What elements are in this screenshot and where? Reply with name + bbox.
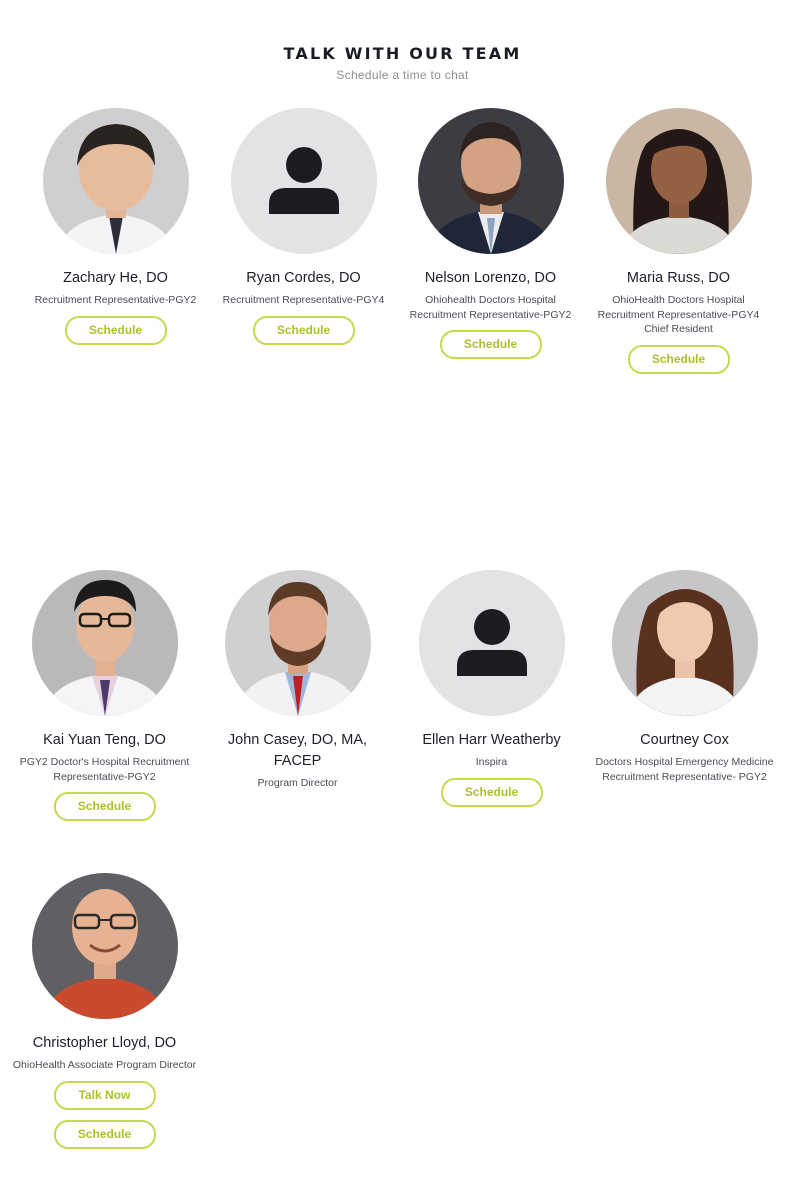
person-placeholder-icon <box>418 570 565 716</box>
team-member-photo <box>605 108 752 254</box>
schedule-button[interactable]: Schedule <box>53 792 156 821</box>
team-member-photo <box>611 570 758 716</box>
team-member-role: Program Director <box>257 777 338 789</box>
team-member-card: Zachary He, DO Recruitment Representativ… <box>23 108 208 345</box>
team-member-role: Recruitment Representative-PGY2 <box>34 294 197 306</box>
team-member-name: Ellen Harr Weatherby <box>422 732 561 748</box>
team-member-photo <box>417 108 564 254</box>
section-title: TALK WITH OUR TEAM <box>283 44 522 63</box>
team-member-name: Kai Yuan Teng, DO <box>43 732 166 748</box>
team-member-card: Christopher Lloyd, DO OhioHealth Associa… <box>12 873 197 1149</box>
person-placeholder-icon <box>230 108 377 254</box>
team-member-role: Recruitment Representative-PGY4 <box>222 294 385 306</box>
team-member-name: Nelson Lorenzo, DO <box>424 270 557 286</box>
team-member-role: OhioHealth Associate Program Director <box>12 1059 197 1071</box>
team-member-photo <box>224 570 371 716</box>
team-member-role: OhioHealth Doctors Hospital Recruitment … <box>597 294 760 335</box>
talk-now-button[interactable]: Talk Now <box>53 1080 156 1110</box>
team-member-card: John Casey, DO, MA, FACEP Program Direct… <box>205 570 390 791</box>
team-member-name: Maria Russ, DO <box>626 270 731 286</box>
schedule-button[interactable]: Schedule <box>439 330 542 359</box>
team-member-role: Doctors Hospital Emergency Medicine Recr… <box>595 756 774 783</box>
team-member-name: Courtney Cox <box>640 732 729 748</box>
team-member-photo <box>31 570 178 716</box>
schedule-button[interactable]: Schedule <box>252 315 355 345</box>
team-member-card: Kai Yuan Teng, DO PGY2 Doctor's Hospital… <box>12 570 197 821</box>
team-member-card: Nelson Lorenzo, DO Ohiohealth Doctors Ho… <box>398 108 583 359</box>
team-member-card: Maria Russ, DO OhioHealth Doctors Hospit… <box>586 108 771 374</box>
team-member-photo <box>31 873 178 1019</box>
team-member-card: Ellen Harr Weatherby Inspira Schedule <box>399 570 584 807</box>
team-member-role: Inspira <box>475 756 508 768</box>
schedule-button[interactable]: Schedule <box>627 344 730 374</box>
team-member-role: Ohiohealth Doctors Hospital Recruitment … <box>409 294 572 321</box>
section-header: TALK WITH OUR TEAM Schedule a time to ch… <box>0 44 805 82</box>
team-member-name: John Casey, DO, MA, FACEP <box>227 732 368 769</box>
team-member-card: Ryan Cordes, DO Recruitment Representati… <box>211 108 396 345</box>
schedule-button[interactable]: Schedule <box>64 315 167 345</box>
team-member-name: Ryan Cordes, DO <box>246 270 361 286</box>
team-member-card: Courtney Cox Doctors Hospital Emergency … <box>592 570 777 784</box>
section-subtitle: Schedule a time to chat <box>336 68 469 82</box>
team-member-name: Christopher Lloyd, DO <box>32 1035 177 1051</box>
team-member-name: Zachary He, DO <box>63 270 168 286</box>
team-member-photo <box>42 108 189 254</box>
schedule-button[interactable]: Schedule <box>440 777 543 807</box>
schedule-button[interactable]: Schedule <box>53 1119 156 1149</box>
team-member-role: PGY2 Doctor's Hospital Recruitment Repre… <box>19 756 190 783</box>
